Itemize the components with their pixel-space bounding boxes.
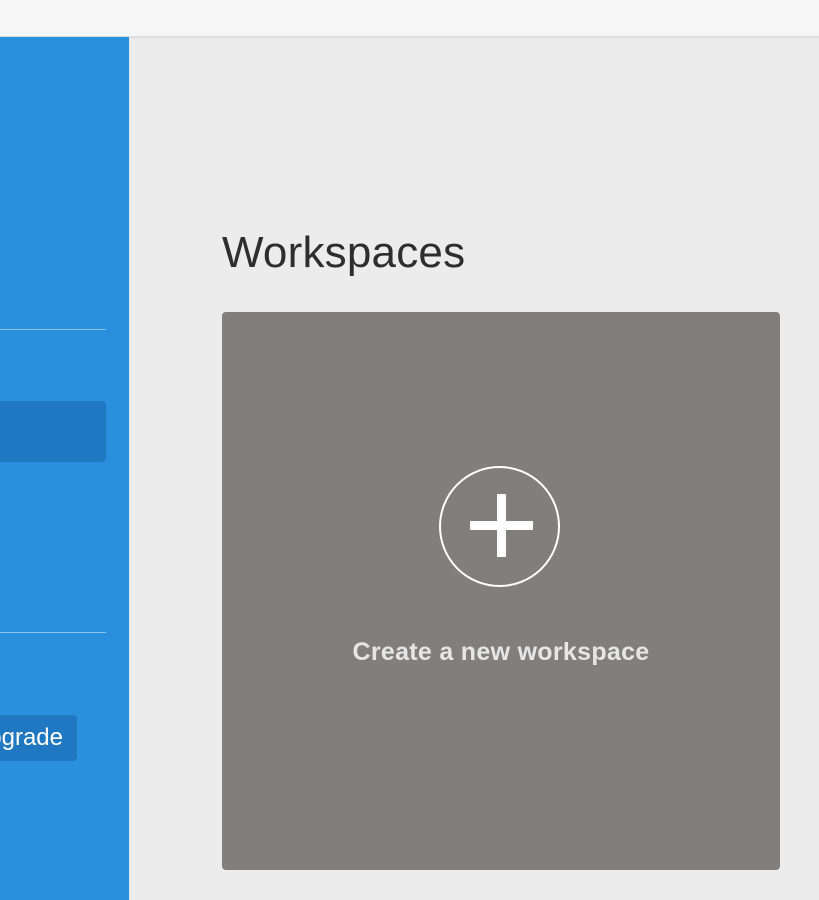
sidebar: Upgrade bbox=[0, 37, 129, 900]
sidebar-divider bbox=[0, 329, 106, 330]
top-bar bbox=[0, 0, 819, 37]
sidebar-divider bbox=[0, 632, 106, 633]
upgrade-button-label: Upgrade bbox=[0, 724, 63, 751]
sidebar-active-item[interactable] bbox=[0, 401, 106, 462]
create-workspace-label: Create a new workspace bbox=[352, 638, 650, 666]
page-title: Workspaces bbox=[222, 228, 466, 277]
upgrade-button[interactable]: Upgrade bbox=[0, 715, 77, 761]
plus-circle-icon bbox=[439, 466, 560, 587]
main-content: Workspaces Create a new workspace bbox=[129, 37, 819, 900]
create-workspace-card[interactable]: Create a new workspace bbox=[222, 312, 780, 870]
